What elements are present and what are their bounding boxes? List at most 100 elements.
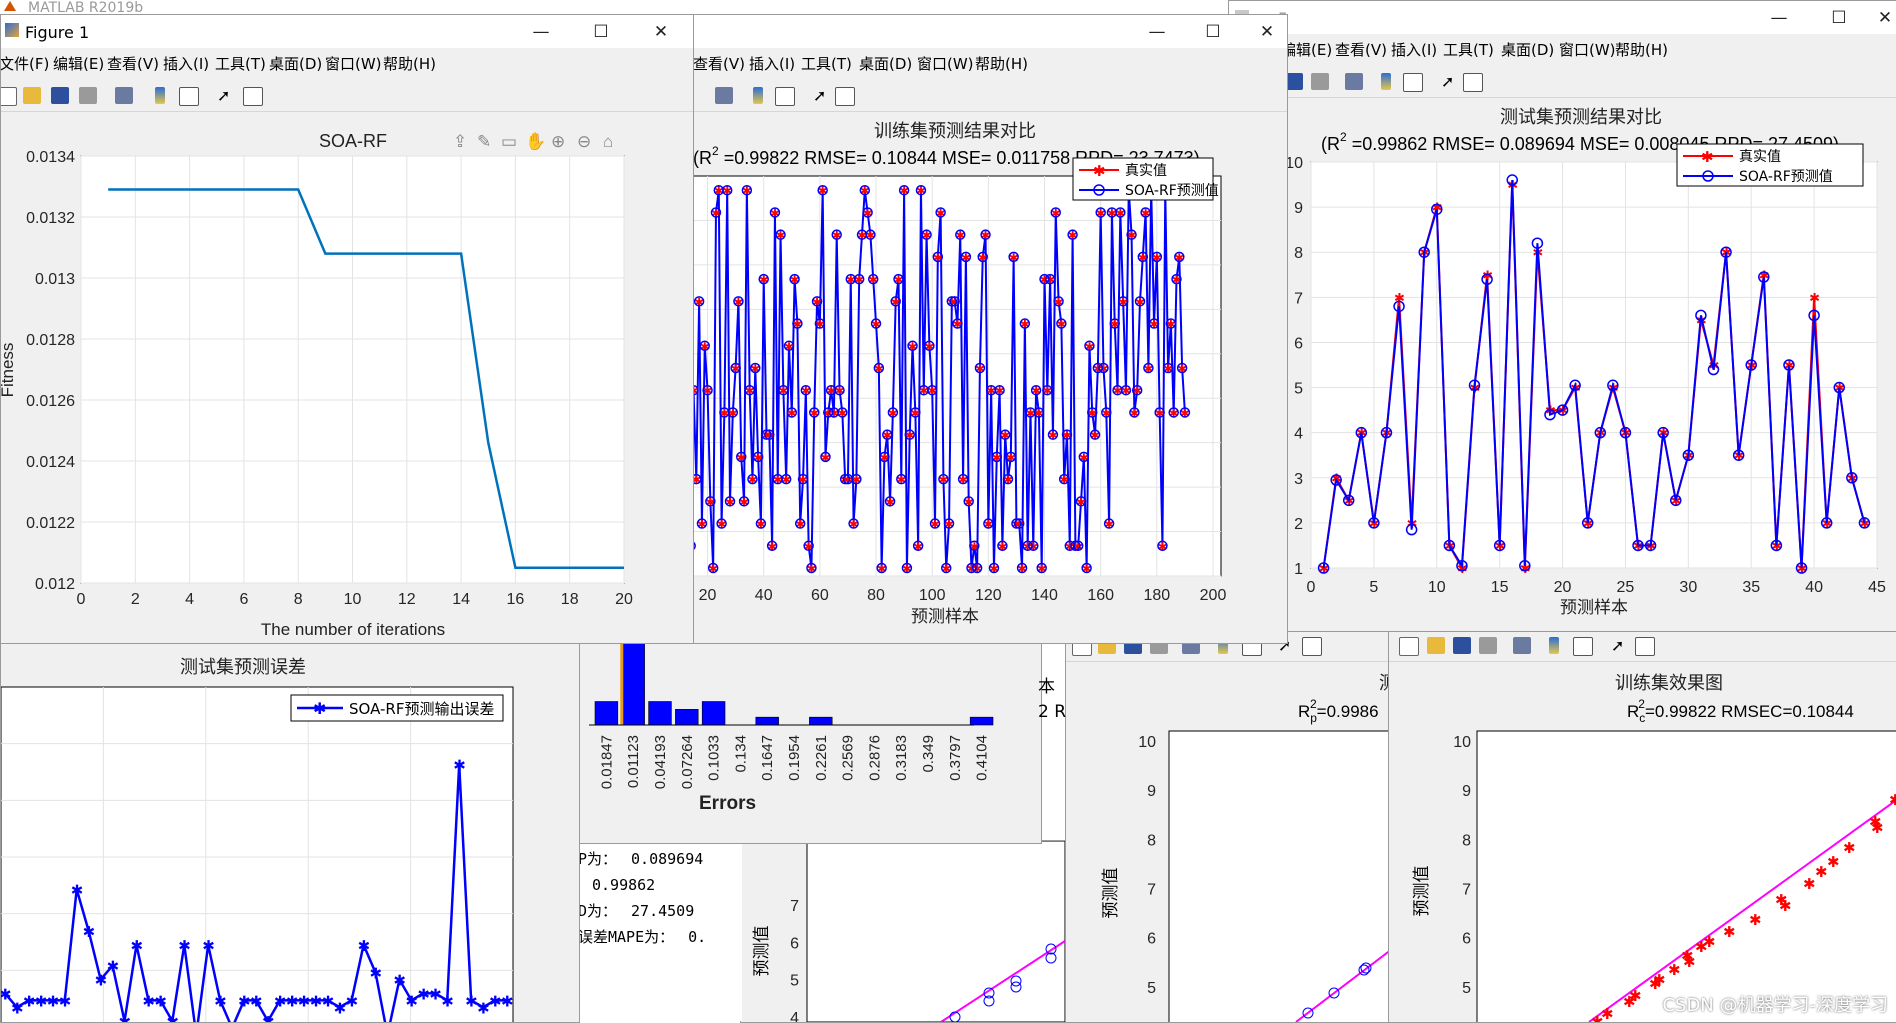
colorbar-icon[interactable] bbox=[753, 87, 763, 104]
link-plot-icon[interactable] bbox=[115, 87, 133, 104]
minimize-button[interactable]: — bbox=[1137, 19, 1177, 45]
close-button[interactable]: ✕ bbox=[1247, 19, 1287, 45]
menu-item[interactable]: 帮助(H) bbox=[1615, 39, 1668, 60]
link-plot-icon[interactable] bbox=[715, 87, 733, 104]
figure-train-effect-window[interactable]: ➚ 训练集效果图 Rc2=0.99822 RMSEC=0.10844 45678… bbox=[1388, 630, 1896, 1023]
figure-train-compare-window[interactable]: — ☐ ✕ (E)查看(V)插入(I)工具(T)桌面(D)窗口(W)帮助(H) … bbox=[664, 14, 1288, 644]
close-button[interactable]: ✕ bbox=[641, 19, 681, 45]
x-tick-label: 15 bbox=[1491, 579, 1509, 596]
menu-item[interactable]: 查看(V) bbox=[693, 53, 745, 74]
property-editor-icon[interactable] bbox=[1463, 73, 1483, 92]
colorbar-icon[interactable] bbox=[155, 87, 165, 104]
menu-item[interactable]: 帮助(H) bbox=[975, 53, 1028, 74]
data-tips-icon[interactable]: ▭ bbox=[501, 132, 517, 151]
pointer-icon[interactable]: ➚ bbox=[217, 87, 235, 104]
figure-test-error-window[interactable]: 测试集预测误差 ✱ ✱ ✱ ✱ ✱ ✱ ✱ ✱ ✱ ✱ ✱ ✱ ✱ ✱ ✱ ✱ ✱ ✱ ✱ ✱ ✱ ✱ ✱ ✱ ✱ ✱ ✱ ✱ ✱ ✱ ✱ ✱… bbox=[0, 642, 580, 1023]
legend-icon[interactable] bbox=[775, 87, 795, 106]
home-icon[interactable]: ⌂ bbox=[603, 132, 613, 151]
scatter-point: ✱ bbox=[1601, 1006, 1614, 1022]
export-icon[interactable]: ⇪ bbox=[453, 132, 467, 151]
histogram-bar bbox=[755, 716, 779, 726]
menu-item[interactable]: 编辑(E) bbox=[1281, 39, 1332, 60]
figure-5-window[interactable]: e 5 — ☐ ✕ 编辑(E)查看(V)插入(I) 工具(T) 桌面(D)窗口(W)… bbox=[1228, 0, 1896, 632]
figure-histogram-window[interactable]: 0.01847 0.01123 0.04193 0.07264 0.1033 0.134 0… bbox=[578, 630, 1042, 844]
menu-item[interactable]: 编辑(E) bbox=[53, 53, 104, 74]
y-tick-label: 8 bbox=[1462, 832, 1471, 849]
menu-item[interactable]: 查看(V) bbox=[107, 53, 159, 74]
new-file-icon[interactable] bbox=[1, 87, 17, 106]
y-tick-label: 6 bbox=[1462, 931, 1471, 948]
histogram-bar bbox=[675, 709, 699, 726]
figure-scatter-partial-window[interactable]: 4 5 6 7 预测值 bbox=[740, 840, 1066, 1023]
menu-item[interactable]: 工具(T) bbox=[801, 53, 852, 74]
minimize-button[interactable]: — bbox=[1759, 5, 1799, 31]
error-marker: ✱ bbox=[107, 959, 120, 976]
colorbar-icon[interactable] bbox=[1381, 73, 1391, 90]
command-window[interactable]: P为： 0.089694 0.99862 D为： 27.4509 误差MAPE为： 0. bbox=[578, 840, 742, 1021]
chart-soa-rf-fitness: SOA-RF ⇪ ✎ ▭ ✋ ⊕ ⊖ ⌂ 0 2 4 6 8 10 12 14 16 18 20 0… bbox=[1, 131, 633, 639]
maximize-button[interactable]: ☐ bbox=[1819, 5, 1859, 31]
x-tick-label: 35 bbox=[1742, 579, 1760, 596]
legend-label-true: 真实值 bbox=[1125, 163, 1167, 179]
property-editor-icon[interactable] bbox=[243, 87, 263, 106]
menu-item[interactable]: 窗口(W) bbox=[325, 53, 382, 74]
print-icon[interactable] bbox=[79, 87, 97, 104]
open-folder-icon[interactable] bbox=[23, 87, 41, 104]
chart-test-compare: 测试集预测结果对比 (R2 =0.99862 RMSE= 0.089694 MS… bbox=[1285, 107, 1886, 618]
menu-item[interactable]: 桌面(D) bbox=[859, 53, 912, 74]
console-value: 0. bbox=[688, 928, 707, 946]
save-icon[interactable] bbox=[1453, 637, 1471, 654]
x-tick-label: 0.01123 bbox=[625, 735, 642, 788]
menu-item[interactable]: 桌面(D) bbox=[1501, 39, 1554, 60]
print-icon[interactable] bbox=[1479, 637, 1497, 654]
menu-item[interactable]: 帮助(H) bbox=[383, 53, 436, 74]
y-axis-ticks: 45678910 bbox=[1138, 734, 1156, 997]
pan-icon[interactable]: ✋ bbox=[525, 131, 546, 151]
menu-item[interactable]: 窗口(W) bbox=[917, 53, 974, 74]
brush-icon[interactable]: ✎ bbox=[477, 132, 491, 151]
new-file-icon[interactable] bbox=[1399, 637, 1419, 656]
link-plot-icon[interactable] bbox=[1513, 637, 1531, 654]
print-icon[interactable] bbox=[1311, 73, 1329, 90]
property-editor-icon[interactable] bbox=[1635, 637, 1655, 656]
x-axis-label: The number of iterations bbox=[261, 620, 445, 639]
property-editor-icon[interactable] bbox=[835, 87, 855, 106]
menu-item[interactable]: 插入(I) bbox=[163, 53, 209, 74]
open-folder-icon[interactable] bbox=[1427, 637, 1445, 654]
zoom-out-icon[interactable]: ⊖ bbox=[577, 132, 591, 151]
close-button[interactable]: ✕ bbox=[1865, 5, 1896, 31]
menu-item[interactable]: 工具(T) bbox=[215, 53, 266, 74]
x-tick-label: 20 bbox=[699, 587, 717, 604]
menu-item[interactable]: 查看(V) bbox=[1335, 39, 1387, 60]
link-plot-icon[interactable] bbox=[1345, 73, 1363, 90]
property-editor-icon[interactable] bbox=[1302, 637, 1322, 656]
x-tick-label: 0.134 bbox=[732, 735, 749, 773]
x-tick-label: 12 bbox=[398, 591, 416, 608]
maximize-button[interactable]: ☐ bbox=[581, 19, 621, 45]
chart-train-effect: 训练集效果图 Rc2=0.99822 RMSEC=0.10844 4567891… bbox=[1412, 673, 1896, 1022]
zoom-in-icon[interactable]: ⊕ bbox=[551, 132, 565, 151]
error-marker: ✱ bbox=[214, 993, 227, 1010]
chart-title: 测试集预测结果对比 bbox=[1500, 107, 1662, 128]
legend-icon[interactable] bbox=[1403, 73, 1423, 92]
menu-item[interactable]: 桌面(D) bbox=[269, 53, 322, 74]
menu-item[interactable]: 文件(F) bbox=[1, 53, 49, 74]
maximize-button[interactable]: ☐ bbox=[1193, 19, 1233, 45]
minimize-button[interactable]: — bbox=[521, 19, 561, 45]
figure-test-effect-window[interactable]: ➚ 测 Rp2=0.9986 45678910 预测值 bbox=[1065, 630, 1389, 1023]
error-marker: ✱ bbox=[358, 938, 371, 955]
save-icon[interactable] bbox=[51, 87, 69, 104]
pointer-icon[interactable]: ➚ bbox=[813, 87, 831, 104]
menu-item[interactable]: 工具(T) bbox=[1443, 39, 1494, 60]
legend-icon[interactable] bbox=[179, 87, 199, 106]
menu-item[interactable]: 插入(I) bbox=[749, 53, 795, 74]
x-tick-label: 30 bbox=[1679, 579, 1697, 596]
legend-icon[interactable] bbox=[1573, 637, 1593, 656]
pointer-icon[interactable]: ➚ bbox=[1611, 637, 1629, 654]
y-axis-ticks: 45678910 bbox=[1453, 734, 1471, 997]
pointer-icon[interactable]: ➚ bbox=[1441, 73, 1459, 90]
menu-item[interactable]: 插入(I) bbox=[1391, 39, 1437, 60]
colorbar-icon[interactable] bbox=[1549, 637, 1559, 654]
figure-1-window[interactable]: Figure 1 — ☐ ✕ 文件(F) 编辑(E) 查看(V) 插入(I) 工具(T)… bbox=[0, 14, 694, 644]
menu-item[interactable]: 窗口(W) bbox=[1559, 39, 1616, 60]
